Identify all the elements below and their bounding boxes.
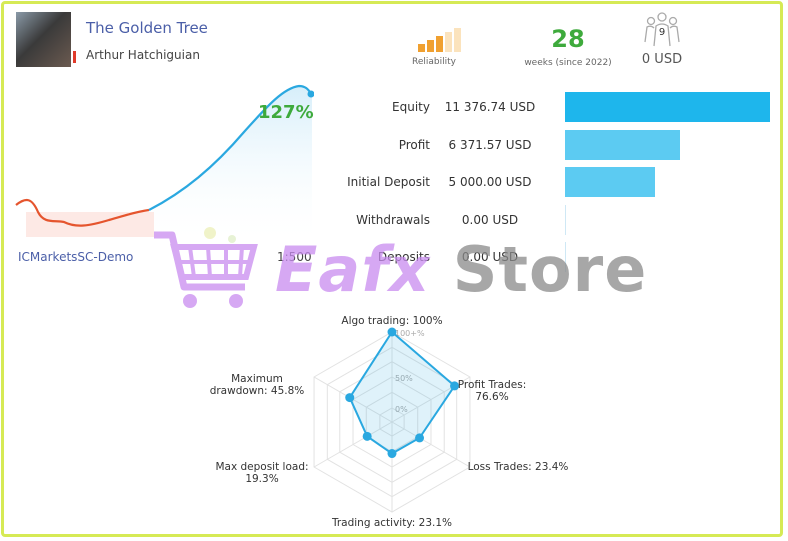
stat-bar	[565, 129, 680, 160]
subscription-price: 0 USD	[641, 52, 683, 67]
radar-point	[345, 393, 355, 403]
radar-point	[387, 327, 397, 337]
stat-label: Initial Deposit	[347, 175, 430, 189]
stat-label: Profit	[398, 137, 430, 152]
author-avatar[interactable]	[16, 12, 71, 67]
reliability-label: Reliability	[412, 57, 456, 67]
stat-bar	[565, 204, 566, 235]
reliability-icon	[418, 28, 461, 52]
reliability-bar	[418, 44, 425, 52]
radar-axis-label: Maximum drawdown: 45.8%	[210, 373, 305, 397]
radar-point	[415, 433, 425, 443]
signal-title[interactable]: The Golden Tree	[86, 19, 208, 37]
stat-bar	[565, 167, 656, 197]
reliability-bar	[445, 32, 452, 52]
radar-axis-label: Profit Trades: 76.6%	[458, 379, 526, 403]
author-name[interactable]: Arthur Hatchiguian	[86, 48, 200, 62]
stat-value: 11 376.74 USD	[444, 100, 536, 114]
reliability-bar	[427, 40, 434, 52]
radar-point	[362, 431, 372, 441]
stat-bar	[565, 92, 770, 122]
radar-axis-label: Loss Trades: 23.4%	[468, 461, 569, 473]
weeks-count: 28	[551, 25, 585, 53]
stat-label: Withdrawals	[356, 212, 430, 227]
stat-label: Deposits	[377, 250, 430, 264]
reliability-bar	[454, 28, 461, 52]
radar-chart: 100+%50%0%Algo trading: 100%Profit Trade…	[210, 315, 569, 529]
radar-axis-label: Algo trading: 100%	[341, 315, 442, 327]
stat-value: 6 371.57 USD	[448, 137, 532, 152]
subscribers-icon: 9	[644, 12, 680, 47]
broker-name[interactable]: ICMarketsSC-Demo	[18, 250, 133, 264]
country-flag	[73, 51, 76, 63]
radar-axis-label: Max deposit load: 19.3%	[215, 461, 308, 485]
radar-axis-label: Trading activity: 23.1%	[331, 517, 452, 529]
stat-value: 5 000.00 USD	[448, 175, 532, 189]
growth-value: 127%	[258, 102, 314, 123]
stat-value: 0.00 USD	[461, 250, 519, 264]
subscribers-count: 9	[659, 27, 665, 38]
reliability-bar	[436, 36, 443, 52]
leverage: 1:500	[277, 250, 312, 264]
radar-ring-label: 100+%	[395, 329, 425, 338]
stat-value: 0.00 USD	[461, 212, 519, 227]
radar-point	[387, 449, 397, 459]
stat-label: Equity	[392, 100, 430, 114]
weeks-label: weeks (since 2022)	[524, 58, 612, 68]
stat-bar	[565, 242, 566, 272]
